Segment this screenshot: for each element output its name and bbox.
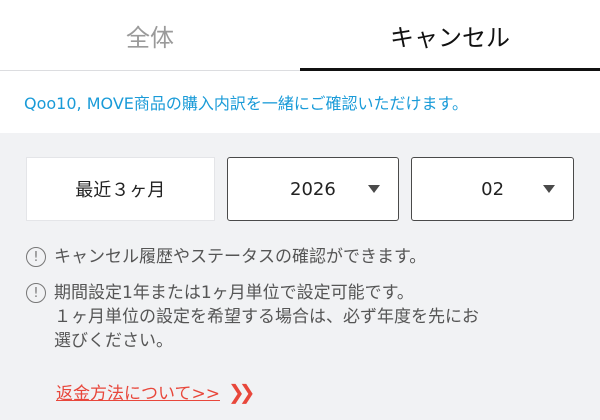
refund-link-label: 返金方法について>> [56, 384, 220, 404]
exclamation-circle-icon: ! [26, 283, 46, 303]
info-text: 期間設定1年または1ヶ月単位で設定可能です。 １ヶ月単位の設定を希望する場合は、… [54, 281, 479, 353]
tab-all[interactable]: 全体 [0, 0, 300, 70]
info-section: ! キャンセル履歴やステータスの確認ができます。 ! 期間設定1年または1ヶ月単… [0, 221, 600, 353]
month-value: 02 [481, 178, 505, 200]
info-text: キャンセル履歴やステータスの確認ができます。 [54, 247, 427, 267]
exclamation-circle-icon: ! [26, 247, 46, 267]
notice-text: Qoo10, MOVE商品の購入内訳を一緒にご確認いただけます。 [24, 94, 468, 113]
period-button[interactable]: 最近３ヶ月 [26, 157, 215, 221]
info-line: 期間設定1年または1ヶ月単位で設定可能です。 [54, 283, 414, 303]
tab-cancel[interactable]: キャンセル [300, 0, 600, 71]
filter-row: 最近３ヶ月 2026 02 [0, 133, 600, 221]
caret-down-icon [543, 185, 556, 193]
refund-method-link[interactable]: 返金方法について>> ❯❯ [56, 379, 255, 405]
year-select[interactable]: 2026 [226, 157, 400, 221]
info-line: １ヶ月単位の設定を希望する場合は、必ず年度を先にお [54, 307, 479, 327]
tab-bar: 全体 キャンセル [0, 0, 600, 71]
notice-bar: Qoo10, MOVE商品の購入内訳を一緒にご確認いただけます。 [0, 71, 600, 133]
caret-down-icon [368, 185, 381, 193]
year-value: 2026 [290, 178, 336, 200]
period-label: 最近３ヶ月 [75, 180, 166, 201]
info-line: 選びください。 [54, 331, 173, 351]
double-chevron-right-icon: ❯❯ [227, 379, 255, 404]
info-item: ! キャンセル履歴やステータスの確認ができます。 [26, 245, 574, 269]
month-select[interactable]: 02 [411, 157, 575, 221]
info-item: ! 期間設定1年または1ヶ月単位で設定可能です。 １ヶ月単位の設定を希望する場合… [26, 281, 574, 353]
